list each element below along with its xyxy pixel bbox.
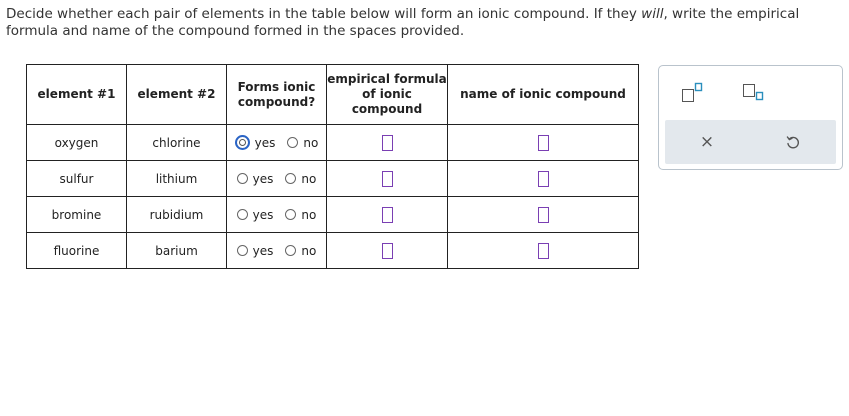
no-radio[interactable]: no xyxy=(285,208,316,222)
no-label[interactable]: no xyxy=(303,136,318,150)
name-cell xyxy=(447,160,639,197)
formula-answer-box[interactable] xyxy=(381,242,393,259)
table-row: bromine rubidium yes no xyxy=(26,196,639,233)
element-2-cell: rubidium xyxy=(126,196,227,233)
formula-answer-box[interactable] xyxy=(381,134,393,151)
forms-ionic-radio-group: yes no xyxy=(227,244,326,258)
no-radio[interactable]: no xyxy=(285,172,316,186)
formula-answer-box[interactable] xyxy=(381,170,393,187)
subscript-box-icon xyxy=(743,84,764,101)
no-radio[interactable]: no xyxy=(285,244,316,258)
table-header-row: element #1 element #2 Forms ionic compou… xyxy=(26,64,639,125)
radio-circle[interactable] xyxy=(236,245,248,256)
superscript-button[interactable] xyxy=(675,78,709,106)
formula-cell xyxy=(326,160,448,197)
undo-icon xyxy=(786,136,799,149)
header-forms-ionic: Forms ionic compound? xyxy=(226,64,327,125)
clear-button[interactable]: × xyxy=(689,128,725,156)
instructions-emphasis: will xyxy=(641,6,664,22)
radio-circle[interactable] xyxy=(285,173,297,184)
yes-label[interactable]: yes xyxy=(255,136,276,150)
header-element-2: element #2 xyxy=(126,64,227,125)
forms-ionic-cell: yes no xyxy=(226,124,327,161)
formula-answer-box[interactable] xyxy=(381,206,393,223)
element-1-cell: fluorine xyxy=(26,232,127,269)
no-label[interactable]: no xyxy=(301,244,316,258)
math-tool-panel: × xyxy=(658,65,843,170)
forms-ionic-cell: yes no xyxy=(226,196,327,233)
radio-circle[interactable] xyxy=(236,209,248,220)
forms-ionic-cell: yes no xyxy=(226,160,327,197)
yes-label[interactable]: yes xyxy=(253,172,274,186)
table-row: oxygen chlorine yes no xyxy=(26,124,639,161)
forms-ionic-radio-group: yes no xyxy=(227,172,326,186)
formula-cell xyxy=(326,232,448,269)
yes-radio[interactable]: yes xyxy=(236,244,274,258)
no-label[interactable]: no xyxy=(301,172,316,186)
table-row: sulfur lithium yes no xyxy=(26,160,639,197)
name-cell xyxy=(447,196,639,233)
radio-circle[interactable] xyxy=(234,135,250,150)
radio-circle[interactable] xyxy=(236,173,248,184)
yes-radio[interactable]: yes xyxy=(236,172,274,186)
element-1-cell: oxygen xyxy=(26,124,127,161)
elements-table: element #1 element #2 Forms ionic compou… xyxy=(26,64,639,269)
formula-cell xyxy=(326,196,448,233)
header-compound-name: name of ionic compound xyxy=(447,64,639,125)
name-answer-box[interactable] xyxy=(537,206,549,223)
forms-ionic-cell: yes no xyxy=(226,232,327,269)
radio-circle[interactable] xyxy=(285,245,297,256)
yes-label[interactable]: yes xyxy=(253,244,274,258)
formula-cell xyxy=(326,124,448,161)
table-row: fluorine barium yes no xyxy=(26,232,639,269)
element-2-cell: barium xyxy=(126,232,227,269)
element-1-cell: sulfur xyxy=(26,160,127,197)
close-icon: × xyxy=(699,132,715,152)
radio-circle[interactable] xyxy=(287,137,299,148)
element-2-cell: lithium xyxy=(126,160,227,197)
no-radio[interactable]: no xyxy=(287,136,318,150)
name-cell xyxy=(447,232,639,269)
superscript-box-icon xyxy=(682,82,703,102)
header-element-1: element #1 xyxy=(26,64,127,125)
radio-circle[interactable] xyxy=(285,209,297,220)
name-answer-box[interactable] xyxy=(537,242,549,259)
element-1-cell: bromine xyxy=(26,196,127,233)
yes-radio[interactable]: yes xyxy=(234,135,276,150)
name-answer-box[interactable] xyxy=(537,134,549,151)
name-cell xyxy=(447,124,639,161)
yes-label[interactable]: yes xyxy=(253,208,274,222)
instructions-text-1: Decide whether each pair of elements in … xyxy=(6,6,642,22)
yes-radio[interactable]: yes xyxy=(236,208,274,222)
no-label[interactable]: no xyxy=(301,208,316,222)
element-2-cell: chlorine xyxy=(126,124,227,161)
instructions: Decide whether each pair of elements in … xyxy=(6,6,841,40)
subscript-button[interactable] xyxy=(735,78,769,106)
undo-button[interactable] xyxy=(775,128,811,156)
header-empirical-formula: empirical formula of ionic compound xyxy=(326,64,448,125)
forms-ionic-radio-group: yes no xyxy=(227,208,326,222)
forms-ionic-radio-group: yes no xyxy=(227,135,326,150)
name-answer-box[interactable] xyxy=(537,170,549,187)
